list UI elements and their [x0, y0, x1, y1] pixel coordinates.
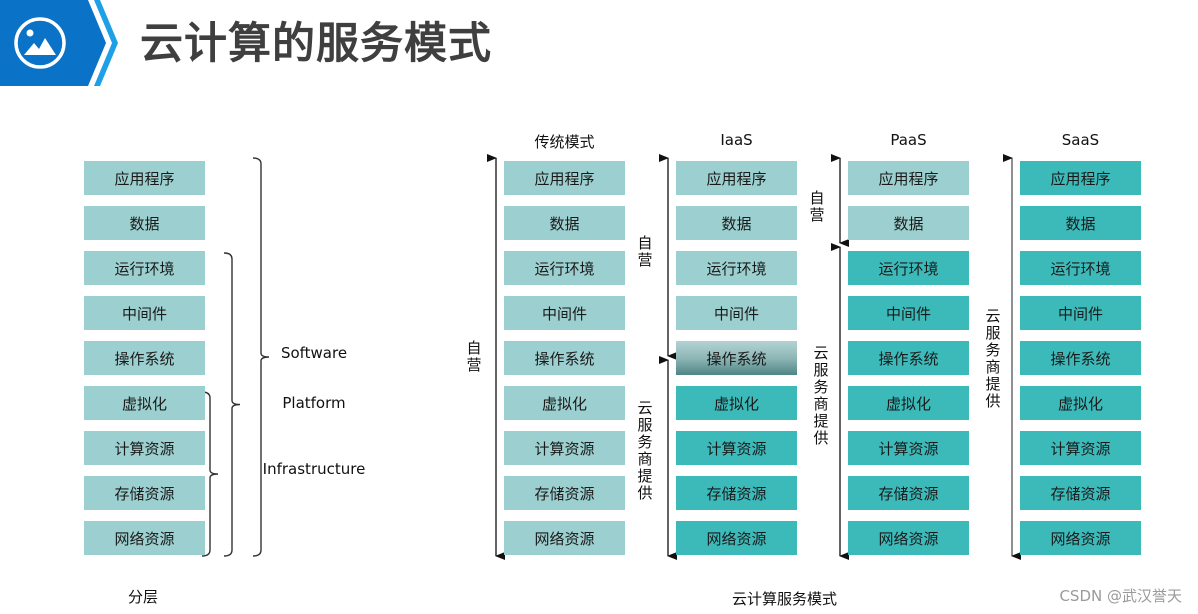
model-box: 应用程序 [848, 161, 969, 195]
layer-box: 中间件 [84, 296, 205, 330]
model-box: 操作系统 [848, 341, 969, 375]
model-box: 存储资源 [848, 476, 969, 510]
model-box: 中间件 [504, 296, 625, 330]
model-box: 数据 [504, 206, 625, 240]
model-box: 虚拟化 [848, 386, 969, 420]
column-title: SaaS [1061, 131, 1100, 149]
model-box: 运行环境 [1020, 251, 1141, 285]
model-box: 存储资源 [504, 476, 625, 510]
model-box: 存储资源 [1020, 476, 1141, 510]
model-box: 中间件 [1020, 296, 1141, 330]
layer-box: 应用程序 [84, 161, 205, 195]
label-self-managed: 自营 [809, 189, 825, 224]
model-box: 应用程序 [676, 161, 797, 195]
model-box: 计算资源 [676, 431, 797, 465]
model-box: 存储资源 [676, 476, 797, 510]
model-box: 网络资源 [1020, 521, 1141, 555]
layer-box: 操作系统 [84, 341, 205, 375]
model-box: 操作系统 [1020, 341, 1141, 375]
model-box: 数据 [1020, 206, 1141, 240]
model-box: 运行环境 [504, 251, 625, 285]
label-self-managed: 自营 [637, 234, 653, 269]
model-box: 虚拟化 [1020, 386, 1141, 420]
label-provider-managed: 云服务商提供 [985, 307, 1001, 410]
model-box: 虚拟化 [676, 386, 797, 420]
model-box: 运行环境 [848, 251, 969, 285]
column-title: IaaS [720, 131, 753, 149]
model-box: 网络资源 [504, 521, 625, 555]
model-box: 网络资源 [848, 521, 969, 555]
model-box: 数据 [848, 206, 969, 240]
brace-platform [223, 252, 241, 557]
column-title: PaaS [890, 131, 927, 149]
model-box: 运行环境 [676, 251, 797, 285]
label-provider-managed: 云服务商提供 [637, 399, 653, 502]
layer-box: 存储资源 [84, 476, 205, 510]
model-box: 操作系统 [676, 341, 797, 375]
model-box: 计算资源 [1020, 431, 1141, 465]
layer-box: 网络资源 [84, 521, 205, 555]
label-provider-managed: 云服务商提供 [813, 344, 829, 447]
layer-box: 数据 [84, 206, 205, 240]
layer-box: 计算资源 [84, 431, 205, 465]
model-box: 应用程序 [1020, 161, 1141, 195]
model-box: 虚拟化 [504, 386, 625, 420]
column-title: 传统模式 [534, 133, 595, 151]
layer-box: 虚拟化 [84, 386, 205, 420]
layer-box: 运行环境 [84, 251, 205, 285]
brace-software [252, 157, 270, 557]
model-box: 中间件 [676, 296, 797, 330]
model-box: 计算资源 [848, 431, 969, 465]
model-box: 操作系统 [504, 341, 625, 375]
model-box: 应用程序 [504, 161, 625, 195]
label-self-managed: 自营 [466, 339, 482, 374]
model-box: 中间件 [848, 296, 969, 330]
model-box: 数据 [676, 206, 797, 240]
model-box: 网络资源 [676, 521, 797, 555]
model-box: 计算资源 [504, 431, 625, 465]
